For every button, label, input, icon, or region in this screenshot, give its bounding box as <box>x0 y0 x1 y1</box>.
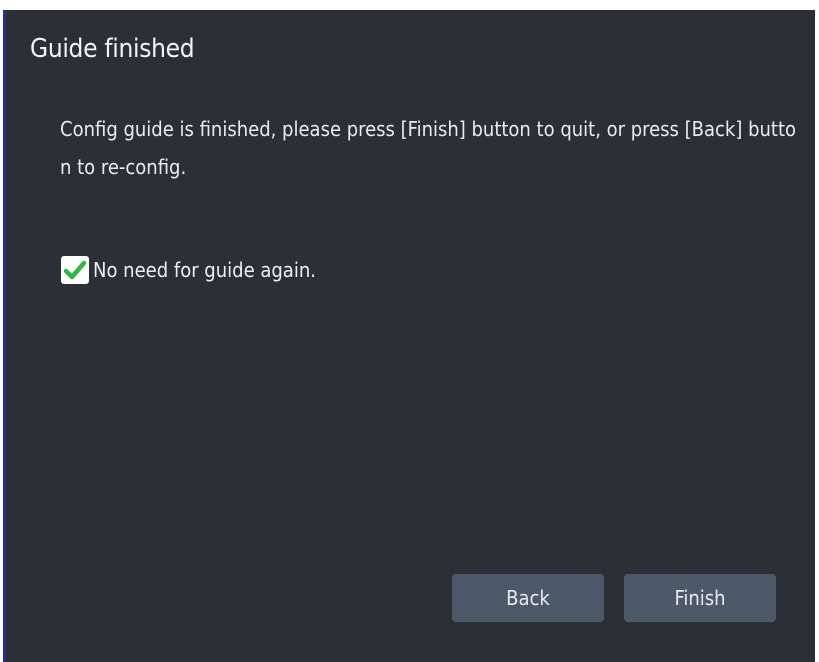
checkmark-icon <box>63 260 87 280</box>
back-button[interactable]: Back <box>452 574 604 622</box>
dialog-message: Config guide is finished, please press [… <box>60 117 797 179</box>
dialog-title: Guide finished <box>30 34 195 64</box>
no-guide-again-checkbox[interactable] <box>61 256 89 284</box>
no-guide-again-label: No need for guide again. <box>93 258 316 282</box>
finish-button[interactable]: Finish <box>624 574 776 622</box>
no-guide-again-option[interactable]: No need for guide again. <box>61 256 316 284</box>
guide-finished-dialog: Guide finished Config guide is finished,… <box>3 10 815 662</box>
